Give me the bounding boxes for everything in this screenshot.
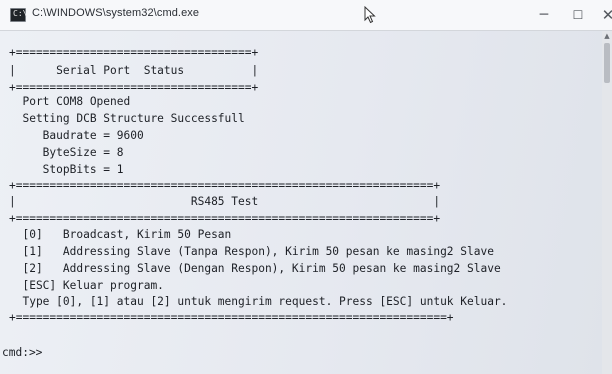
title-bar[interactable]: C:\ C:\WINDOWS\system32\cmd.exe ─ ☐ ✕	[0, 0, 612, 31]
status-line-bytesize: ByteSize = 8	[9, 146, 124, 159]
test-box-title: | RS485 Test |	[9, 195, 441, 208]
menu-option-tanpa-respon: [1] Addressing Slave (Tanpa Respon), Kir…	[9, 245, 494, 258]
mouse-cursor-icon	[364, 6, 376, 24]
command-prompt[interactable]: cmd:>>	[2, 346, 42, 360]
status-box-border-top: +===================================+	[9, 46, 259, 59]
status-line-baudrate: Baudrate = 9600	[9, 129, 144, 142]
status-box-border-bottom: +===================================+	[9, 81, 259, 94]
scroll-up-arrow-icon[interactable]: ▲	[603, 32, 611, 40]
test-box-border-top: +=======================================…	[9, 179, 441, 192]
status-line-port: Port COM8 Opened	[9, 95, 131, 108]
console-output[interactable]: +===================================+ | …	[0, 31, 602, 374]
status-line-stopbits: StopBits = 1	[9, 163, 124, 176]
menu-option-broadcast: [0] Broadcast, Kirim 50 Pesan	[9, 228, 232, 241]
status-line-dcb: Setting DCB Structure Successfull	[9, 112, 245, 125]
scroll-thumb[interactable]	[604, 43, 610, 83]
test-box-border-bottom: +=======================================…	[9, 212, 441, 225]
close-button[interactable]: ✕	[586, 0, 612, 30]
menu-option-dengan-respon: [2] Addressing Slave (Dengan Respon), Ki…	[9, 262, 501, 275]
menu-option-escape: [ESC] Keluar program.	[9, 279, 164, 292]
cmd-window: C:\ C:\WINDOWS\system32\cmd.exe ─ ☐ ✕ +=…	[0, 0, 612, 374]
status-box-title: | Serial Port Status |	[9, 64, 259, 77]
cmd-icon: C:\	[10, 8, 27, 22]
menu-instruction: Type [0], [1] atau [2] untuk mengirim re…	[9, 295, 508, 308]
window-title: C:\WINDOWS\system32\cmd.exe	[32, 7, 200, 19]
vertical-scrollbar[interactable]: ▲	[602, 31, 612, 374]
menu-border-bottom: +=======================================…	[9, 311, 454, 324]
